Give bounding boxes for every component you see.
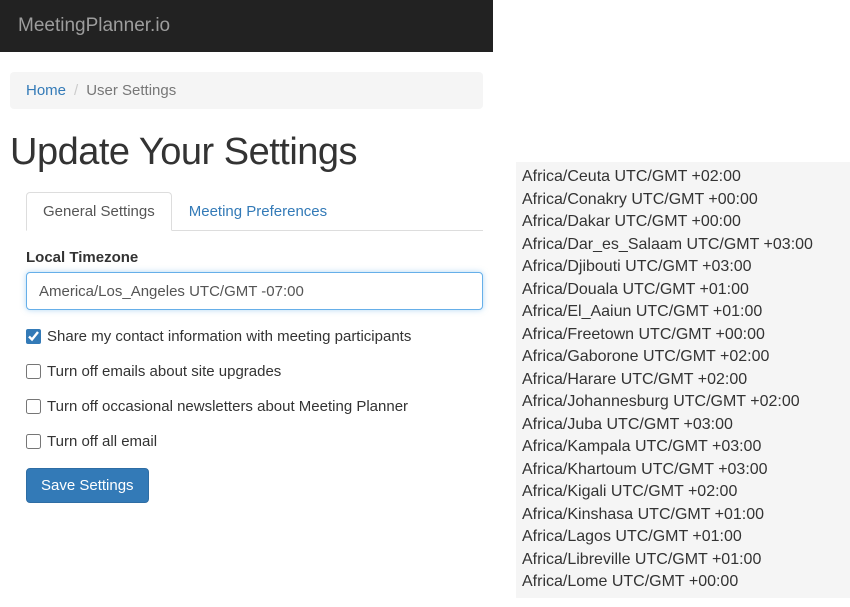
timezone-option[interactable]: Africa/Harare UTC/GMT +02:00 xyxy=(516,369,850,392)
tab-content: Local Timezone Share my contact informat… xyxy=(10,249,483,503)
timezone-option[interactable]: Africa/Ceuta UTC/GMT +02:00 xyxy=(516,166,850,189)
timezone-group: Local Timezone xyxy=(26,249,483,310)
turnoff-newsletters-checkbox[interactable] xyxy=(26,399,41,414)
timezone-option[interactable]: Africa/Lome UTC/GMT +00:00 xyxy=(516,571,850,594)
turnoff-all-checkbox[interactable] xyxy=(26,434,41,449)
turnoff-newsletters-label: Turn off occasional newsletters about Me… xyxy=(47,398,408,415)
breadcrumb: Home / User Settings xyxy=(10,72,483,109)
navbar-brand[interactable]: MeetingPlanner.io xyxy=(18,15,170,37)
timezone-option[interactable]: Africa/Johannesburg UTC/GMT +02:00 xyxy=(516,391,850,414)
timezone-option[interactable]: Africa/Kampala UTC/GMT +03:00 xyxy=(516,436,850,459)
timezone-option[interactable]: Africa/El_Aaiun UTC/GMT +01:00 xyxy=(516,301,850,324)
timezone-option[interactable]: Africa/Freetown UTC/GMT +00:00 xyxy=(516,324,850,347)
turnoff-upgrades-label: Turn off emails about site upgrades xyxy=(47,363,281,380)
timezone-option[interactable]: Africa/Gaborone UTC/GMT +02:00 xyxy=(516,346,850,369)
timezone-option[interactable]: Africa/Dakar UTC/GMT +00:00 xyxy=(516,211,850,234)
tab-preferences[interactable]: Meeting Preferences xyxy=(172,192,344,231)
timezone-input[interactable] xyxy=(26,272,483,310)
timezone-option[interactable]: Africa/Lagos UTC/GMT +01:00 xyxy=(516,526,850,549)
timezone-dropdown[interactable]: Africa/Ceuta UTC/GMT +02:00Africa/Conakr… xyxy=(516,162,850,598)
timezone-option[interactable]: Africa/Kinshasa UTC/GMT +01:00 xyxy=(516,504,850,527)
turnoff-all-label: Turn off all email xyxy=(47,433,157,450)
share-contact-label: Share my contact information with meetin… xyxy=(47,328,411,345)
share-contact-checkbox-row[interactable]: Share my contact information with meetin… xyxy=(26,328,483,345)
navbar: MeetingPlanner.io xyxy=(0,0,493,52)
turnoff-newsletters-checkbox-row[interactable]: Turn off occasional newsletters about Me… xyxy=(26,398,483,415)
share-contact-checkbox[interactable] xyxy=(26,329,41,344)
timezone-option[interactable]: Africa/Libreville UTC/GMT +01:00 xyxy=(516,549,850,572)
timezone-option[interactable]: Africa/Dar_es_Salaam UTC/GMT +03:00 xyxy=(516,234,850,257)
page-title: Update Your Settings xyxy=(10,131,483,174)
timezone-option[interactable]: Africa/Douala UTC/GMT +01:00 xyxy=(516,279,850,302)
timezone-option[interactable]: Africa/Juba UTC/GMT +03:00 xyxy=(516,414,850,437)
tab-general[interactable]: General Settings xyxy=(26,192,172,231)
nav-tabs: General Settings Meeting Preferences xyxy=(26,192,483,231)
turnoff-all-checkbox-row[interactable]: Turn off all email xyxy=(26,433,483,450)
turnoff-upgrades-checkbox-row[interactable]: Turn off emails about site upgrades xyxy=(26,363,483,380)
tab-preferences-label[interactable]: Meeting Preferences xyxy=(172,192,344,231)
timezone-label: Local Timezone xyxy=(26,249,483,266)
timezone-option[interactable]: Africa/Kigali UTC/GMT +02:00 xyxy=(516,481,850,504)
save-button[interactable]: Save Settings xyxy=(26,468,149,503)
timezone-option[interactable]: Africa/Conakry UTC/GMT +00:00 xyxy=(516,189,850,212)
breadcrumb-current: User Settings xyxy=(86,82,176,99)
breadcrumb-separator: / xyxy=(66,82,86,99)
breadcrumb-home-link[interactable]: Home xyxy=(26,82,66,99)
main-container: Home / User Settings Update Your Setting… xyxy=(0,52,493,513)
tab-general-label[interactable]: General Settings xyxy=(26,192,172,231)
timezone-option[interactable]: Africa/Khartoum UTC/GMT +03:00 xyxy=(516,459,850,482)
timezone-option[interactable]: Africa/Djibouti UTC/GMT +03:00 xyxy=(516,256,850,279)
turnoff-upgrades-checkbox[interactable] xyxy=(26,364,41,379)
